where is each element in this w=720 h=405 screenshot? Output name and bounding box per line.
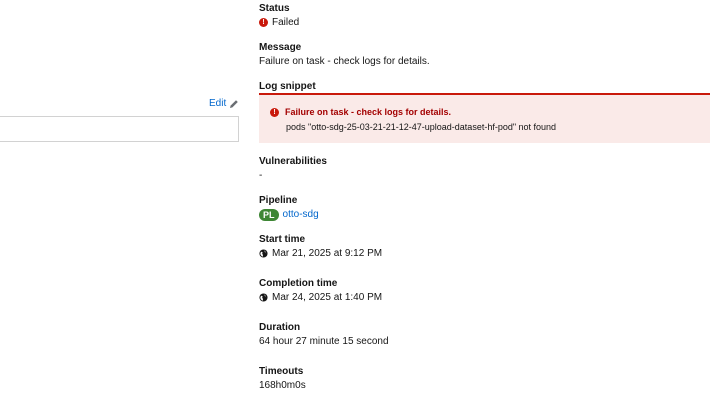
- completion-time-value: Mar 24, 2025 at 1:40 PM: [259, 291, 382, 304]
- edit-button[interactable]: Edit: [209, 98, 239, 109]
- timeouts-value: 168h0m0s: [259, 380, 306, 391]
- alert-body: pods "otto-sdg-25-03-21-21-12-47-upload-…: [286, 122, 557, 132]
- timeouts-label: Timeouts: [259, 366, 304, 377]
- pipeline-link[interactable]: otto-sdg: [283, 208, 319, 221]
- start-time-label: Start time: [259, 234, 306, 245]
- status-text: Failed: [272, 17, 300, 28]
- globe-icon: [259, 249, 268, 258]
- left-panel-box: [0, 116, 239, 142]
- page: Edit Status ! Failed Message Failure on …: [0, 0, 720, 405]
- log-snippet-alert: ! Failure on task - check logs for detai…: [259, 93, 710, 143]
- log-snippet-label: Log snippet: [259, 81, 316, 92]
- pipeline-badge: PL: [259, 208, 279, 221]
- start-time-value: Mar 21, 2025 at 9:12 PM: [259, 247, 382, 260]
- status-label: Status: [259, 3, 290, 14]
- message-group: Message Failure on task - check logs for…: [259, 41, 430, 68]
- start-time-group: Start time Mar 21, 2025 at 9:12 PM: [259, 233, 382, 260]
- vulnerabilities-value: -: [259, 170, 263, 181]
- edit-label[interactable]: Edit: [209, 98, 226, 109]
- completion-time-text: Mar 24, 2025 at 1:40 PM: [272, 292, 383, 303]
- completion-time-group: Completion time Mar 24, 2025 at 1:40 PM: [259, 277, 382, 304]
- pipeline-group: Pipeline PL otto-sdg: [259, 194, 319, 221]
- pipeline-label: Pipeline: [259, 195, 298, 206]
- vulnerabilities-label: Vulnerabilities: [259, 156, 327, 167]
- timeouts-group: Timeouts 168h0m0s: [259, 365, 306, 392]
- error-circle-icon: !: [259, 18, 268, 27]
- alert-title: ! Failure on task - check logs for detai…: [270, 107, 451, 117]
- pencil-icon: [230, 99, 239, 108]
- alert-title-text: Failure on task - check logs for details…: [285, 107, 452, 117]
- duration-group: Duration 64 hour 27 minute 15 second: [259, 321, 389, 348]
- status-group: Status ! Failed: [259, 2, 299, 29]
- log-snippet-group: Log snippet: [259, 80, 710, 93]
- duration-value: 64 hour 27 minute 15 second: [259, 336, 389, 347]
- start-time-text: Mar 21, 2025 at 9:12 PM: [272, 248, 383, 259]
- pipeline-value: PL otto-sdg: [259, 208, 319, 221]
- status-value: ! Failed: [259, 16, 299, 29]
- completion-time-label: Completion time: [259, 278, 338, 289]
- vulnerabilities-group: Vulnerabilities -: [259, 155, 327, 182]
- message-value: Failure on task - check logs for details…: [259, 56, 430, 67]
- error-circle-icon: !: [270, 107, 279, 117]
- message-label: Message: [259, 42, 302, 53]
- globe-icon: [259, 293, 268, 302]
- duration-label: Duration: [259, 322, 301, 333]
